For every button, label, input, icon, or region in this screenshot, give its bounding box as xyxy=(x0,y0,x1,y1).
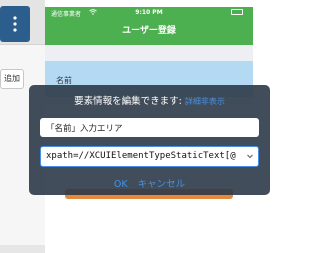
kebab-menu-icon[interactable] xyxy=(0,6,30,42)
battery-icon xyxy=(231,9,243,15)
status-time: 9:10 PM xyxy=(135,9,163,16)
nav-title: ユーザー登録 xyxy=(45,18,253,45)
xpath-value[interactable]: xpath=//XCUIElementTypeStaticText[@ xyxy=(46,147,236,165)
status-bar: 通信事業者 9:10 PM xyxy=(45,7,253,18)
xpath-select[interactable]: xpath=//XCUIElementTypeStaticText[@ xyxy=(40,146,259,167)
ok-button[interactable]: OK xyxy=(114,179,128,190)
editor-footer xyxy=(0,245,45,253)
element-name-input[interactable] xyxy=(40,118,259,137)
popup-actions: OK キャンセル xyxy=(29,176,270,190)
add-button[interactable]: 追加 xyxy=(0,69,24,89)
cancel-button[interactable]: キャンセル xyxy=(138,179,186,190)
edit-element-popup: 要素情報を編集できます:詳細非表示 xpath=//XCUIElementTyp… xyxy=(29,85,270,195)
hide-details-link[interactable]: 詳細非表示 xyxy=(185,97,225,106)
popup-title-text: 要素情報を編集できます: xyxy=(74,96,182,107)
chevron-down-icon[interactable] xyxy=(246,152,254,160)
popup-title: 要素情報を編集できます: 詳細非表示 xyxy=(29,93,270,107)
